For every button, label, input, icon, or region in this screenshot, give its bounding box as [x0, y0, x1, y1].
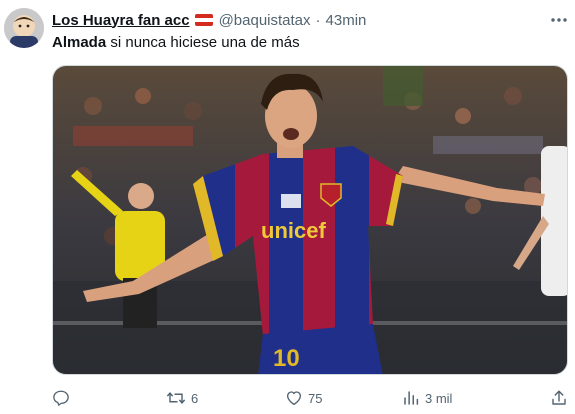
shirt-number: 10	[273, 345, 300, 372]
tweet-header: Los Huayra fan acc @baquistatax · 43min	[52, 10, 366, 30]
more-options-button[interactable]	[548, 10, 570, 30]
austria-flag-icon	[194, 14, 213, 26]
tweet-text: Almada si nunca hiciese una de más	[52, 33, 300, 53]
like-button[interactable]: 75	[285, 386, 322, 410]
tweet-image[interactable]: 10 unicef	[52, 65, 568, 375]
tweet-text-bold: Almada	[52, 34, 107, 51]
share-button[interactable]	[550, 386, 568, 410]
views-count: 3 mil	[425, 390, 453, 406]
separator-dot: ·	[315, 11, 321, 29]
display-name[interactable]: Los Huayra fan acc	[52, 12, 190, 29]
views-icon	[404, 391, 419, 405]
timestamp[interactable]: 43min	[326, 12, 367, 29]
like-count: 75	[308, 390, 323, 406]
retweet-button[interactable]: 6	[166, 386, 198, 410]
retweet-count: 6	[191, 390, 199, 406]
tweet: Los Huayra fan acc @baquistatax · 43min …	[0, 0, 575, 414]
reply-button[interactable]	[52, 386, 75, 410]
retweet-icon	[166, 392, 186, 404]
avatar[interactable]	[4, 8, 44, 48]
football-player-photo: 10 unicef	[53, 66, 567, 374]
user-handle[interactable]: @baquistatax	[219, 12, 311, 29]
share-icon	[552, 390, 566, 405]
tweet-actions: 6 75 3 mil	[0, 386, 575, 410]
tweet-text-rest: si nunca hiciese una de más	[106, 34, 300, 51]
views-button[interactable]: 3 mil	[402, 386, 452, 410]
reply-icon	[53, 390, 69, 406]
more-icon	[551, 18, 567, 22]
heart-icon	[286, 391, 302, 406]
shirt-sponsor-text: unicef	[261, 218, 326, 243]
